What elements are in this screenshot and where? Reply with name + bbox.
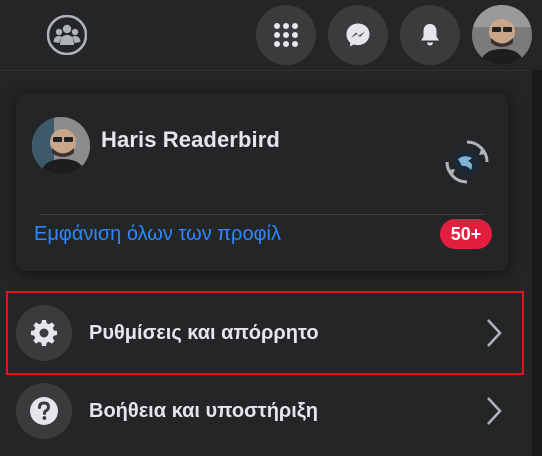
divider	[40, 214, 484, 215]
see-all-profiles-link[interactable]: Εμφάνιση όλων των προφίλ	[34, 223, 281, 246]
account-menu-panel: Haris Readerbird Εμφάνιση όλων των προφί…	[0, 70, 532, 456]
chevron-right-icon	[482, 315, 506, 351]
settings-icon-circle	[16, 305, 72, 361]
bell-icon	[421, 24, 439, 46]
menu-button[interactable]	[256, 5, 316, 65]
profile-avatar-image	[32, 117, 90, 175]
profile-name: Haris Readerbird	[101, 127, 280, 152]
groups-button[interactable]	[47, 15, 87, 55]
top-navigation-bar	[0, 0, 542, 70]
account-avatar[interactable]	[472, 5, 532, 65]
notifications-button[interactable]	[400, 5, 460, 65]
groups-icon	[47, 15, 87, 55]
switch-profile-button[interactable]	[444, 139, 490, 185]
settings-and-privacy-item[interactable]: Ρυθμίσεις και απόρρητο	[6, 291, 524, 375]
profile-row[interactable]: Haris Readerbird	[16, 93, 508, 193]
gear-icon	[31, 320, 57, 346]
help-icon-circle	[16, 383, 72, 439]
profile-avatar	[32, 117, 90, 175]
question-icon	[30, 397, 58, 425]
settings-and-privacy-label: Ρυθμίσεις και απόρρητο	[89, 321, 319, 344]
messenger-button[interactable]	[328, 5, 388, 65]
chevron-right-icon	[482, 393, 506, 429]
grid-menu-icon	[274, 23, 298, 47]
switch-profile-icon	[445, 140, 489, 184]
notification-count-badge: 50+	[440, 219, 492, 249]
messenger-icon	[346, 23, 370, 47]
help-and-support-item[interactable]: Βοήθεια και υποστήριξη	[8, 371, 522, 451]
help-and-support-label: Βοήθεια και υποστήριξη	[89, 399, 318, 422]
profile-card: Haris Readerbird Εμφάνιση όλων των προφί…	[16, 93, 508, 271]
account-avatar-image	[472, 5, 532, 65]
scroll-gutter	[532, 70, 542, 456]
